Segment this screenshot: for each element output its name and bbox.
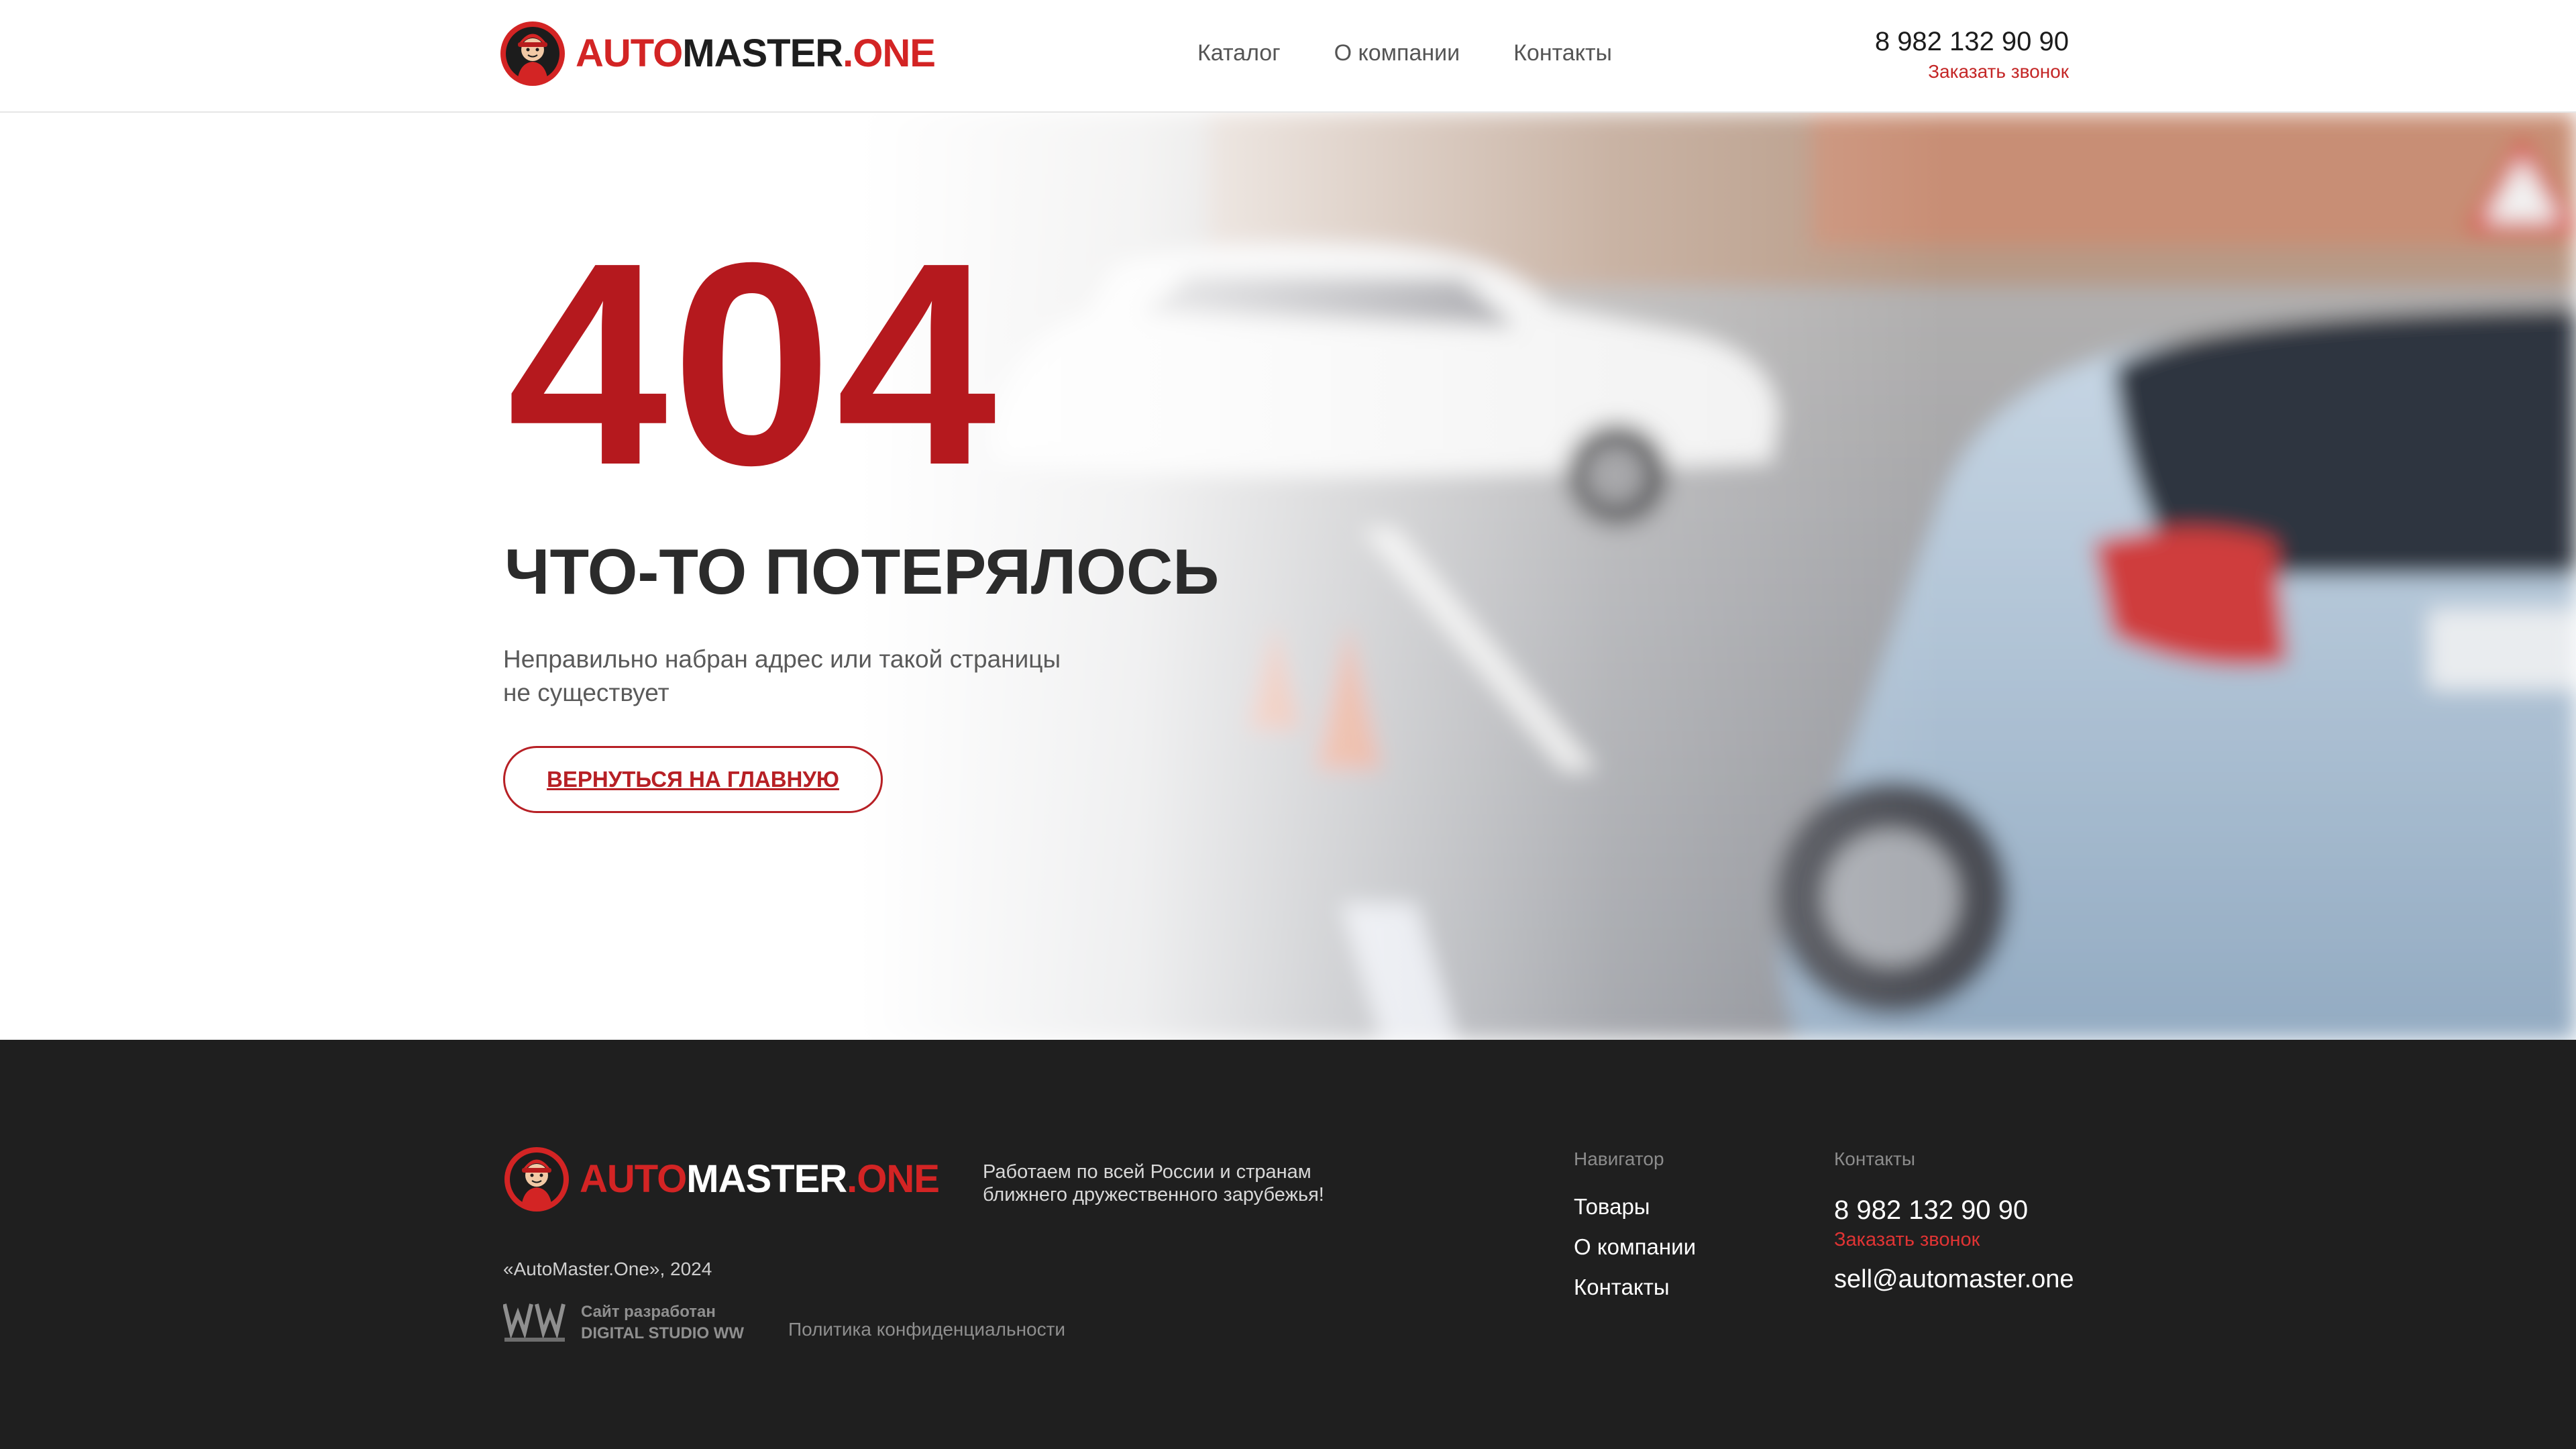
logo-wordmark: AUTOMASTER.ONE: [580, 1157, 940, 1201]
back-home-button[interactable]: ВЕРНУТЬСЯ НА ГЛАВНУЮ: [503, 746, 883, 813]
footer-nav-title: Навигатор: [1574, 1148, 1664, 1169]
main-nav: Каталог О компании Контакты: [1197, 40, 1612, 66]
error-hero: 404 ЧТО-ТО ПОТЕРЯЛОСЬ Неправильно набран…: [0, 113, 2576, 1040]
site-header: AUTOMASTER.ONE Каталог О компании Контак…: [0, 0, 2576, 113]
studio-ww-logo-icon: [503, 1303, 566, 1342]
site-footer: AUTOMASTER.ONE Работаем по всей России и…: [0, 1040, 2576, 1449]
footer-nav-item-products[interactable]: Товары: [1574, 1194, 1696, 1220]
header-phone[interactable]: 8 982 132 90 90: [1875, 27, 2069, 57]
footer-logo[interactable]: AUTOMASTER.ONE: [503, 1146, 940, 1213]
hero-fade-overlay: [0, 113, 2576, 1040]
nav-item-about[interactable]: О компании: [1334, 40, 1460, 66]
header-logo[interactable]: AUTOMASTER.ONE: [499, 20, 936, 87]
error-code: 404: [507, 203, 1001, 525]
footer-tagline-line1: Работаем по всей России и странам: [983, 1161, 1311, 1183]
studio-credit-line1: Сайт разработан: [581, 1303, 716, 1321]
studio-credit-link[interactable]: Сайт разработан DIGITAL STUDIO WW: [503, 1301, 744, 1344]
studio-credit-text: Сайт разработан DIGITAL STUDIO WW: [581, 1301, 744, 1344]
mascot-logo-icon: [500, 21, 565, 86]
footer-nav: Товары О компании Контакты: [1574, 1194, 1696, 1300]
privacy-policy-link[interactable]: Политика конфиденциальности: [788, 1319, 1065, 1340]
footer-callback-link[interactable]: Заказать звонок: [1834, 1229, 1980, 1251]
footer-email-link[interactable]: sell@automaster.one: [1834, 1265, 2074, 1294]
nav-item-catalog[interactable]: Каталог: [1197, 40, 1281, 66]
logo-wordmark: AUTOMASTER.ONE: [576, 32, 936, 75]
nav-item-contacts[interactable]: Контакты: [1513, 40, 1612, 66]
footer-tagline-line2: ближнего дружественного зарубежья!: [983, 1184, 1324, 1205]
studio-credit-line2: DIGITAL STUDIO WW: [581, 1324, 745, 1342]
footer-nav-item-contacts[interactable]: Контакты: [1574, 1275, 1696, 1300]
footer-phone[interactable]: 8 982 132 90 90: [1834, 1195, 2028, 1226]
error-description: Неправильно набран адрес или такой стран…: [503, 643, 1107, 710]
page-title: ЧТО-ТО ПОТЕРЯЛОСЬ: [504, 536, 1220, 608]
footer-tagline: Работаем по всей России и странам ближне…: [983, 1161, 1385, 1206]
footer-nav-item-about[interactable]: О компании: [1574, 1234, 1696, 1260]
copyright: «AutoMaster.One», 2024: [503, 1258, 712, 1279]
error-description-line2: не существует: [503, 679, 669, 706]
mascot-logo-icon: [504, 1147, 569, 1212]
header-callback-link[interactable]: Заказать звонок: [1875, 61, 2069, 83]
header-contact: 8 982 132 90 90 Заказать звонок: [1875, 27, 2069, 83]
error-description-line1: Неправильно набран адрес или такой стран…: [503, 645, 1061, 673]
footer-contacts-title: Контакты: [1834, 1148, 1915, 1169]
